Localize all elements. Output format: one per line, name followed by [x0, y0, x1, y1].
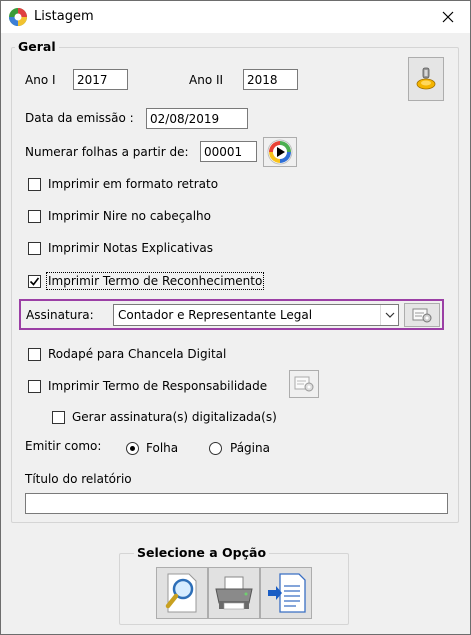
pagina-label: Página — [230, 441, 270, 455]
settings-button[interactable] — [408, 57, 444, 101]
radio-selected-dot — [130, 446, 135, 451]
assinatura-label: Assinatura: — [26, 308, 94, 322]
assinatura-edit-button[interactable] — [404, 303, 440, 327]
titulo-relatorio-label: Título do relatório — [25, 472, 132, 486]
magnifier-icon — [165, 573, 197, 613]
numerar-folhas-label: Numerar folhas a partir de: — [25, 145, 189, 159]
termo-responsabilidade-label: Imprimir Termo de Responsabilidade — [48, 379, 268, 393]
retrato-label: Imprimir em formato retrato — [48, 177, 219, 191]
numerar-play-button[interactable] — [263, 137, 297, 167]
retrato-checkbox[interactable] — [28, 178, 41, 191]
checkmark-icon — [29, 277, 40, 286]
preview-button[interactable] — [156, 567, 208, 619]
folha-label: Folha — [146, 441, 179, 455]
title-bar: Listagem — [1, 1, 470, 33]
termo-responsabilidade-edit-button[interactable] — [289, 370, 319, 398]
rodape-label: Rodapé para Chancela Digital — [48, 347, 227, 361]
signature-settings-icon — [412, 308, 432, 323]
ano-i-input[interactable] — [73, 69, 128, 90]
close-icon — [442, 11, 454, 23]
app-logo-icon — [9, 8, 27, 26]
notas-checkbox[interactable] — [28, 242, 41, 255]
nire-checkbox[interactable] — [28, 210, 41, 223]
geral-legend: Geral — [15, 39, 59, 54]
pagina-radio[interactable] — [209, 442, 222, 455]
assinatura-dropdown-arrow[interactable] — [380, 305, 398, 325]
play-icon — [267, 139, 293, 165]
nire-label: Imprimir Nire no cabeçalho — [48, 209, 212, 223]
window-title: Listagem — [34, 9, 94, 24]
emitir-como-label: Emitir como: — [25, 439, 102, 453]
export-document-icon — [268, 573, 306, 613]
rodape-checkbox[interactable] — [28, 348, 41, 361]
listagem-window: Listagem Geral Ano I Ano II Data da emis… — [0, 0, 471, 635]
ano-ii-label: Ano II — [189, 73, 224, 87]
numerar-folhas-input[interactable] — [200, 141, 257, 162]
termo-reconhecimento-label: Imprimir Termo de Reconhecimento — [45, 272, 265, 290]
ano-ii-input[interactable] — [243, 69, 298, 90]
assinatura-value: Contador e Representante Legal — [118, 308, 313, 322]
titulo-relatorio-input[interactable] — [25, 493, 448, 514]
chevron-down-icon — [385, 312, 394, 318]
termo-responsabilidade-checkbox[interactable] — [28, 380, 41, 393]
close-button[interactable] — [426, 1, 470, 33]
ano-i-label: Ano I — [25, 73, 56, 87]
termo-reconhecimento-checkbox[interactable] — [28, 275, 41, 288]
gerar-assinatura-checkbox[interactable] — [52, 411, 65, 424]
tools-icon — [416, 67, 436, 90]
gerar-assinatura-label: Gerar assinatura(s) digitalizada(s) — [72, 410, 277, 424]
signature-settings-icon — [294, 376, 314, 392]
notas-label: Imprimir Notas Explicativas — [48, 241, 213, 255]
print-button[interactable] — [208, 567, 260, 619]
folha-radio[interactable] — [126, 442, 139, 455]
opcao-legend: Selecione a Opção — [134, 545, 270, 560]
assinatura-select[interactable]: Contador e Representante Legal — [113, 304, 399, 326]
data-emissao-input[interactable] — [146, 108, 248, 129]
printer-icon — [215, 576, 253, 610]
data-emissao-label: Data da emissão : — [25, 111, 134, 125]
export-button[interactable] — [260, 567, 312, 619]
